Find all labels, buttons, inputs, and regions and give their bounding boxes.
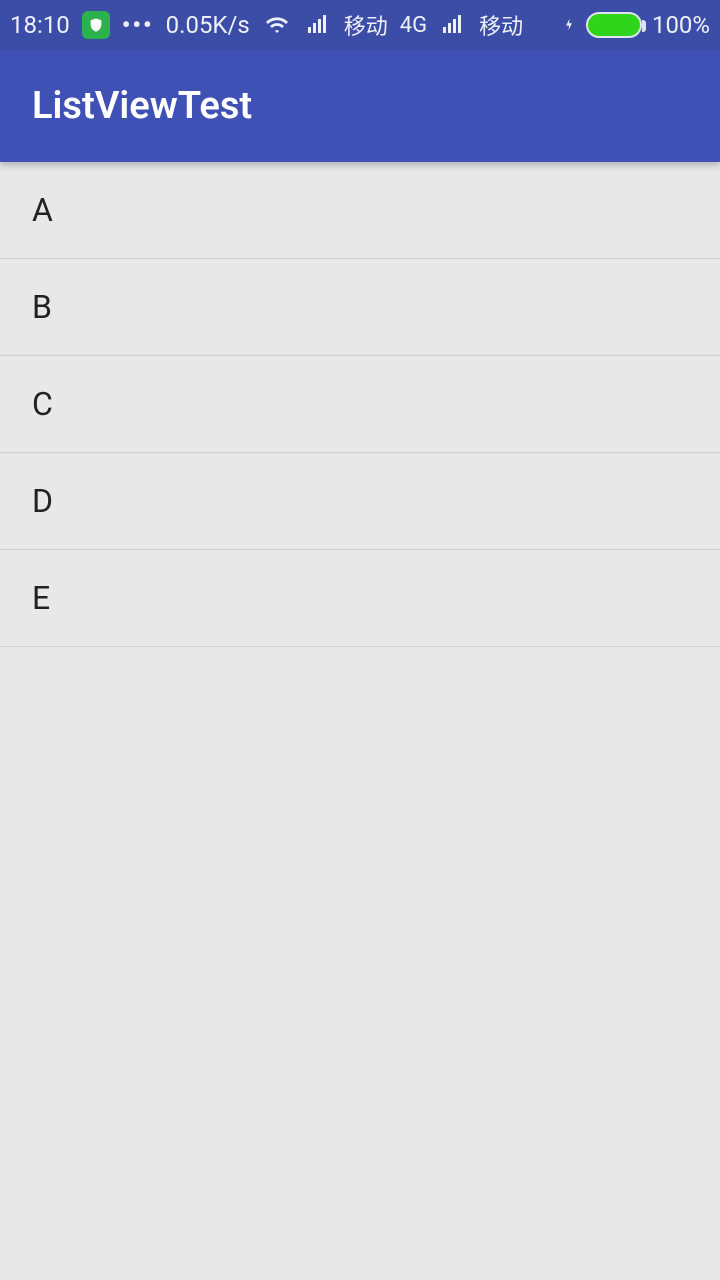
- battery-icon: [586, 12, 642, 38]
- app-bar: ListViewTest: [0, 50, 720, 162]
- list-item[interactable]: B: [0, 259, 720, 356]
- net-type: 4G: [400, 13, 427, 38]
- clock: 18:10: [10, 11, 70, 39]
- signal2-icon: [439, 13, 467, 37]
- shield-icon: [82, 11, 110, 39]
- status-left: 18:10 ••• 0.05K/s 移动 4G 移动: [10, 9, 523, 41]
- list-item[interactable]: E: [0, 550, 720, 647]
- status-right: 100%: [562, 11, 710, 39]
- charging-icon: [562, 13, 576, 37]
- list-item[interactable]: C: [0, 356, 720, 453]
- list-item[interactable]: D: [0, 453, 720, 550]
- wifi-icon: [262, 13, 292, 37]
- net-speed: 0.05K/s: [166, 11, 250, 39]
- carrier-1: 移动: [344, 9, 388, 41]
- battery-pct: 100%: [652, 11, 710, 39]
- list-item[interactable]: A: [0, 162, 720, 259]
- signal-icon: [304, 13, 332, 37]
- carrier-2: 移动: [479, 9, 523, 41]
- more-notif-icon: •••: [122, 11, 154, 39]
- status-bar: 18:10 ••• 0.05K/s 移动 4G 移动 100%: [0, 0, 720, 50]
- list-view[interactable]: A B C D E: [0, 162, 720, 647]
- app-title: ListViewTest: [32, 84, 252, 128]
